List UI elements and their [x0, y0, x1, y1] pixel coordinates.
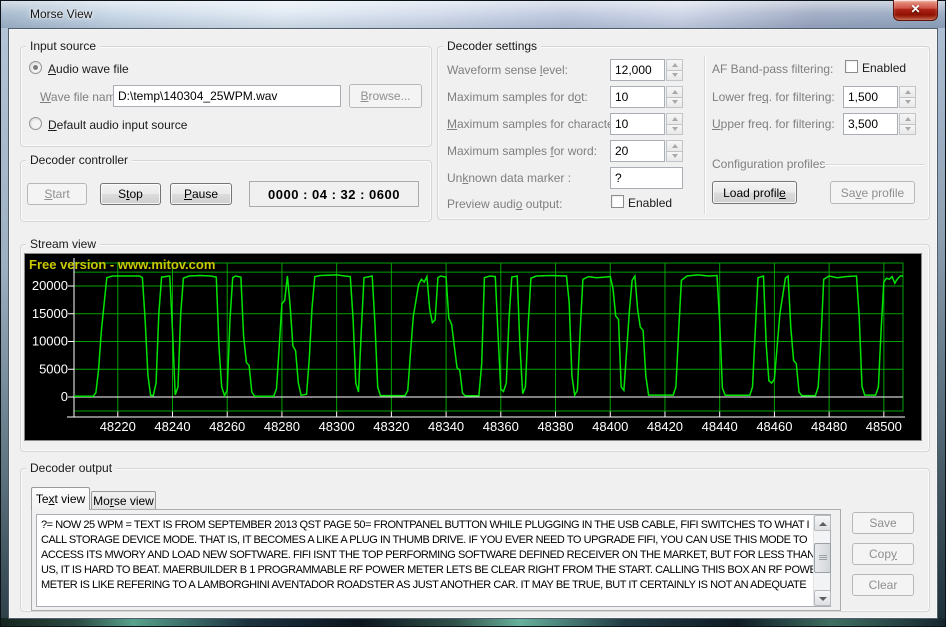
decoded-text-area[interactable]: ?= NOW 25 WPM = TEXT IS FROM SEPTEMBER 2… [36, 514, 831, 607]
max-samples-word-label: Maximum samples for word: [447, 144, 597, 158]
scroll-down-icon[interactable] [814, 590, 831, 606]
audio-wave-file-radio[interactable] [29, 61, 42, 74]
window-border-left [1, 28, 8, 619]
start-button[interactable]: Start [27, 183, 87, 205]
window-title: Morse View [30, 7, 92, 21]
spin-down-icon[interactable] [666, 70, 683, 82]
stream-view-group-label: Stream view [26, 237, 100, 251]
window-border-right [938, 28, 945, 619]
copy-button[interactable]: Copy [852, 543, 914, 565]
preview-audio-output-label: Preview audio output: [447, 197, 562, 211]
svg-text:48440: 48440 [702, 419, 738, 434]
close-icon: ✕ [910, 2, 920, 16]
tab-morse-view[interactable]: Morse view [91, 491, 156, 510]
close-button[interactable]: ✕ [893, 0, 938, 21]
spin-down-icon[interactable] [666, 124, 683, 136]
title-bar[interactable] [1, 1, 945, 28]
max-samples-dot-spinner [666, 86, 683, 108]
morse-view-window: Morse View ✕ Input source Audio wave fil… [0, 0, 946, 627]
upper-freq-label: Upper freq. for filtering: [712, 117, 835, 131]
svg-text:48220: 48220 [100, 419, 136, 434]
upper-freq-input[interactable]: 3,500 [843, 113, 898, 135]
configuration-profiles-label: Configuration profiles [712, 157, 825, 171]
watermark-text: Free version - www.mitov.com [29, 257, 215, 272]
svg-text:48340: 48340 [428, 419, 464, 434]
svg-text:48300: 48300 [319, 419, 355, 434]
audio-wave-file-label: Audio wave file [48, 62, 129, 76]
spin-down-icon[interactable] [899, 97, 916, 109]
settings-separator [704, 56, 705, 214]
spin-down-icon[interactable] [899, 124, 916, 136]
max-samples-character-spinner [666, 113, 683, 135]
save-profile-button[interactable]: Save profile [830, 181, 915, 204]
max-samples-dot-label: Maximum samples for dot: [447, 90, 588, 104]
stream-chart-svg: 48220 48240 48260 48280 48300 48320 48340 48360… [25, 254, 921, 440]
svg-text:48400: 48400 [592, 419, 628, 434]
svg-text:48460: 48460 [756, 419, 792, 434]
configuration-profiles-separator [822, 164, 924, 165]
elapsed-time-display: 0000 : 04 : 32 : 0600 [249, 181, 419, 207]
default-audio-source-label: Default audio input source [48, 118, 187, 132]
lower-freq-spinner [899, 86, 916, 108]
max-samples-character-input[interactable]: 10 [610, 113, 665, 135]
svg-text:5000: 5000 [39, 361, 68, 376]
decoded-text-line: METER IS LIKE REFERING TO A LAMBORGHINI … [41, 578, 826, 593]
decoded-text-line: US, IT IS HARD TO BEAT. MAERBUILDER B 1 … [41, 563, 826, 578]
decoder-output-group-label: Decoder output [26, 461, 116, 475]
waveform-sense-level-label: Waveform sense level: [447, 63, 568, 77]
default-audio-source-radio[interactable] [29, 117, 42, 130]
spin-down-icon[interactable] [666, 151, 683, 163]
svg-text:48280: 48280 [264, 419, 300, 434]
svg-text:48360: 48360 [483, 419, 519, 434]
max-samples-dot-input[interactable]: 10 [610, 86, 665, 108]
unknown-data-marker-label: Unknown data marker : [447, 171, 571, 185]
upper-freq-spinner [899, 113, 916, 135]
svg-text:48380: 48380 [537, 419, 573, 434]
spin-down-icon[interactable] [666, 97, 683, 109]
load-profile-button[interactable]: Load profile [712, 181, 797, 204]
svg-text:48420: 48420 [647, 419, 683, 434]
tab-text-view[interactable]: Text view [31, 487, 90, 510]
waveform-sense-level-input[interactable]: 12,000 [610, 59, 665, 81]
svg-text:48260: 48260 [209, 419, 245, 434]
pause-button[interactable]: Pause [170, 183, 232, 205]
preview-audio-checkbox[interactable] [611, 195, 624, 208]
max-samples-word-input[interactable]: 20 [610, 140, 665, 162]
decoder-settings-group-label: Decoder settings [443, 39, 541, 53]
af-bandpass-checkbox[interactable] [845, 60, 858, 73]
svg-text:10000: 10000 [32, 334, 68, 349]
scrollbar-thumb[interactable] [814, 543, 831, 573]
waveform-sense-level-spinner [666, 59, 683, 81]
clear-button[interactable]: Clear [852, 574, 914, 596]
unknown-data-marker-input[interactable]: ? [610, 167, 683, 189]
wave-file-path-input[interactable]: D:\temp\140304_25WPM.wav [113, 85, 341, 107]
stream-chart-panel: 48220 48240 48260 48280 48300 48320 48340 48360… [24, 253, 922, 441]
af-bandpass-label: AF Band-pass filtering: [712, 62, 833, 76]
max-samples-word-spinner [666, 140, 683, 162]
decoded-text-line: ACCESS ITS MWORY AND LOAD NEW SOFTWARE. … [41, 548, 826, 563]
max-samples-character-label: Maximum samples for character: [447, 117, 621, 131]
save-button[interactable]: Save [852, 512, 914, 534]
svg-text:15000: 15000 [32, 306, 68, 321]
stop-button[interactable]: Stop [100, 183, 161, 205]
lower-freq-label: Lower freq. for filtering: [712, 90, 835, 104]
svg-text:48240: 48240 [154, 419, 190, 434]
window-border-bottom [1, 618, 945, 626]
output-scrollbar[interactable] [813, 515, 830, 606]
decoded-text-line: ?= NOW 25 WPM = TEXT IS FROM SEPTEMBER 2… [41, 518, 826, 533]
decoded-text-line: CALL STORAGE DEVICE MODE. THAT IS, IT BE… [41, 533, 826, 548]
svg-text:0: 0 [61, 389, 68, 404]
svg-text:48480: 48480 [811, 419, 847, 434]
input-source-group-label: Input source [26, 39, 100, 53]
svg-text:48500: 48500 [866, 419, 902, 434]
preview-audio-checkbox-label: Enabled [628, 196, 672, 210]
lower-freq-input[interactable]: 1,500 [843, 86, 898, 108]
decoder-controller-group-label: Decoder controller [26, 153, 132, 167]
af-bandpass-checkbox-label: Enabled [862, 61, 906, 75]
svg-text:48320: 48320 [373, 419, 409, 434]
svg-text:20000: 20000 [32, 278, 68, 293]
browse-button[interactable]: Browse... [349, 84, 422, 108]
scroll-up-icon[interactable] [814, 515, 831, 531]
